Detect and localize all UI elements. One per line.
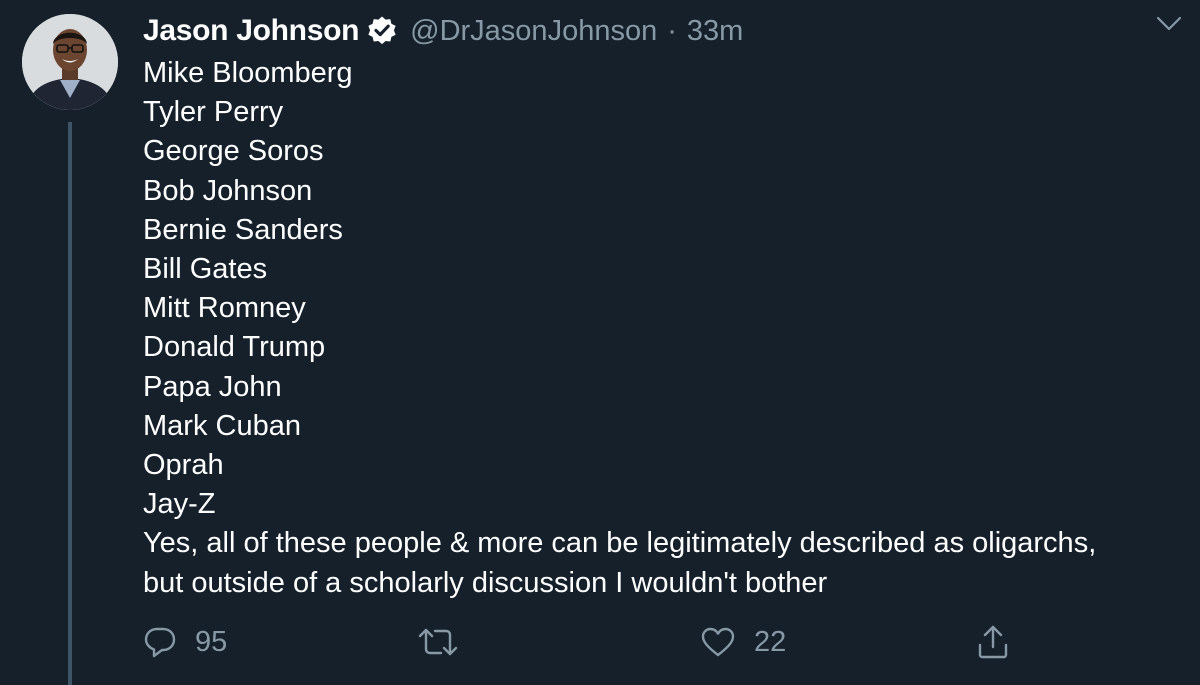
- tweet-text-line: Bernie Sanders: [143, 213, 343, 246]
- tweet-text-line: Papa John: [143, 370, 282, 403]
- retweet-button[interactable]: [416, 615, 460, 669]
- share-upload-icon: [978, 625, 1008, 659]
- tweet-text-line: Mitt Romney: [143, 292, 306, 325]
- tweet-text: Mike Bloomberg Tyler Perry George Soros …: [143, 54, 1188, 603]
- user-handle[interactable]: @DrJasonJohnson: [410, 15, 657, 48]
- tweet-text-line: Oprah: [143, 449, 224, 482]
- verified-badge-icon: [366, 15, 398, 47]
- retweet-arrows-icon: [418, 628, 458, 656]
- avatar[interactable]: [22, 14, 118, 110]
- display-name[interactable]: Jason Johnson: [143, 14, 359, 48]
- tweet-text-line: Bill Gates: [143, 253, 268, 286]
- avatar-photo: [22, 14, 118, 110]
- like-count: 22: [754, 625, 787, 658]
- speech-bubble-icon: [144, 627, 176, 658]
- tweet-text-line: George Soros: [143, 135, 324, 168]
- heart-icon: [701, 627, 735, 657]
- tweet-actions-bar: 95 22: [0, 615, 1200, 669]
- timestamp[interactable]: 33m: [687, 15, 743, 48]
- tweet-header: Jason Johnson @DrJasonJohnson · 33m: [143, 10, 743, 52]
- tweet-text-line: Tyler Perry: [143, 96, 284, 129]
- tweet-text-line: Mike Bloomberg: [143, 57, 353, 89]
- thread-connector-line: [68, 122, 72, 685]
- tweet-text-line: Donald Trump: [143, 331, 326, 364]
- reply-count: 95: [195, 625, 228, 658]
- separator-dot: ·: [667, 14, 677, 47]
- tweet-text-line: Bob Johnson: [143, 174, 313, 207]
- tweet-text-line: but outside of a scholarly discussion I …: [143, 566, 828, 599]
- tweet: Jason Johnson @DrJasonJohnson · 33m Mike…: [0, 0, 1200, 685]
- tweet-text-line: Jay-Z: [143, 488, 216, 521]
- share-button[interactable]: [976, 615, 1010, 669]
- chevron-down-icon[interactable]: [1155, 14, 1183, 34]
- tweet-text-line: Yes, all of these people & more can be l…: [143, 527, 1097, 560]
- tweet-text-line: Mark Cuban: [143, 409, 301, 442]
- like-button[interactable]: 22: [700, 615, 786, 669]
- reply-button[interactable]: 95: [143, 615, 227, 669]
